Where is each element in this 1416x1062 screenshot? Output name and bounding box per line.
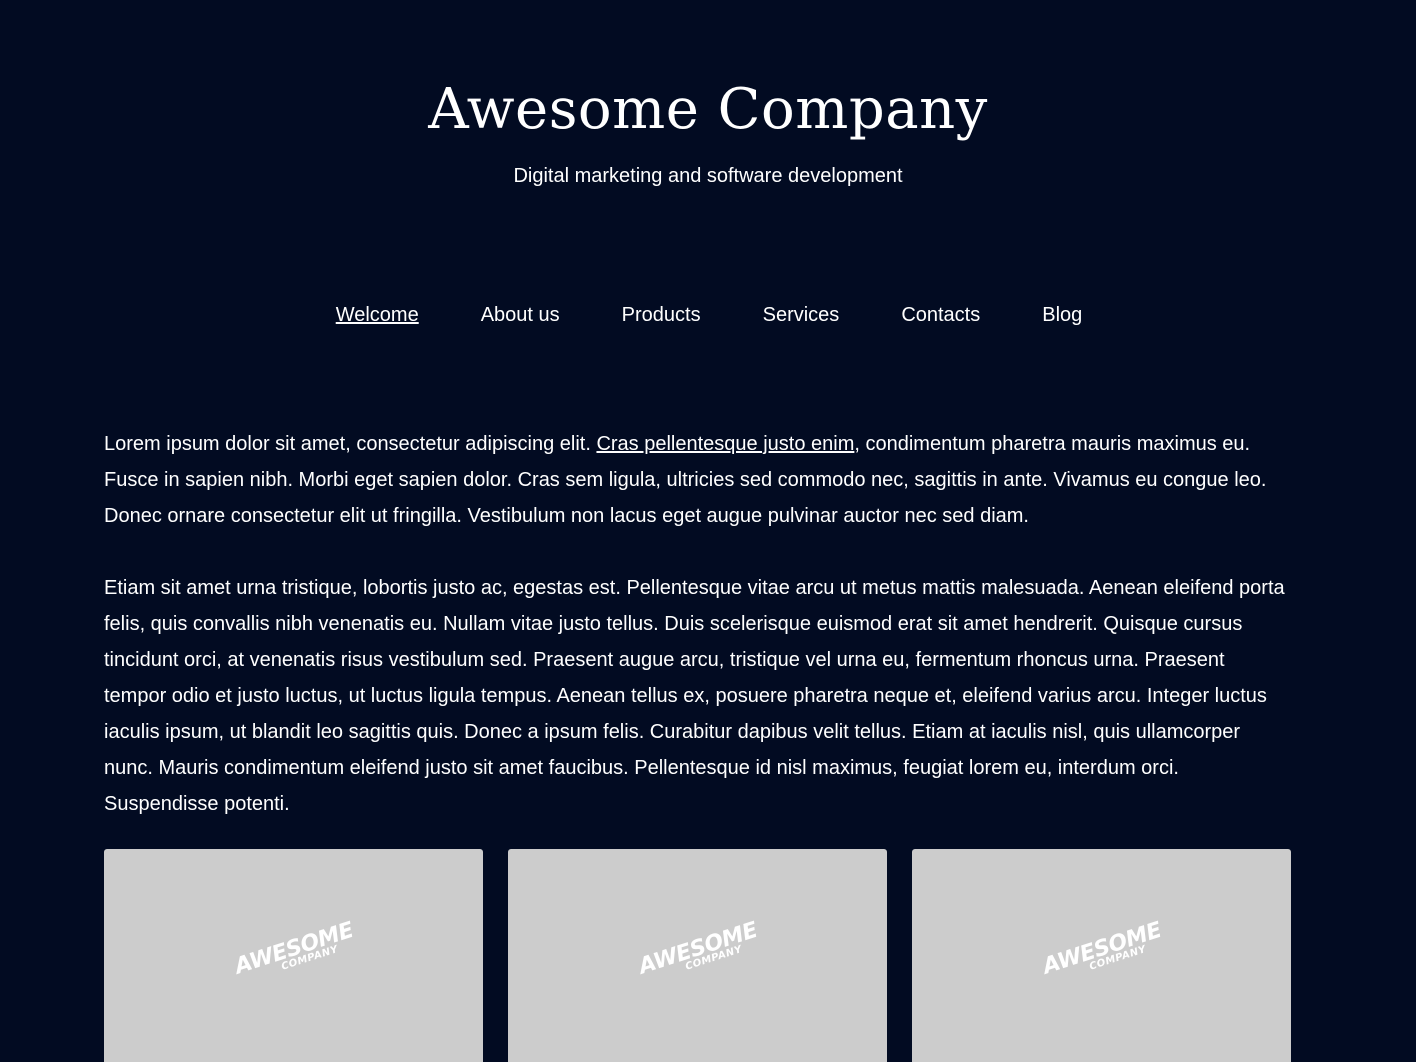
intro-text-start: Lorem ipsum dolor sit amet, consectetur … bbox=[104, 433, 597, 455]
nav-item-blog[interactable]: Blog bbox=[1042, 303, 1082, 327]
main-content: Lorem ipsum dolor sit amet, consectetur … bbox=[104, 426, 1292, 822]
intro-paragraph: Lorem ipsum dolor sit amet, consectetur … bbox=[104, 426, 1292, 534]
nav-item-about-us[interactable]: About us bbox=[481, 303, 560, 327]
body-paragraph: Etiam sit amet urna tristique, lobortis … bbox=[104, 577, 1285, 815]
nav-item-contacts[interactable]: Contacts bbox=[901, 303, 980, 327]
page: Awesome Company Digital marketing and so… bbox=[0, 0, 1416, 1062]
main-nav: Welcome About us Products Services Conta… bbox=[0, 303, 1416, 327]
site-title: Awesome Company bbox=[428, 77, 988, 142]
card-image-placeholder[interactable]: AWESOME COMPANY bbox=[508, 849, 887, 1062]
nav-item-welcome[interactable]: Welcome bbox=[336, 303, 419, 327]
card-image-placeholder[interactable]: AWESOME COMPANY bbox=[104, 849, 483, 1062]
card-grid: AWESOME COMPANY AWESOME COMPANY AWESOME … bbox=[104, 849, 1291, 1062]
intro-inline-link[interactable]: Cras pellentesque justo enim bbox=[596, 433, 854, 455]
site-tagline: Digital marketing and software developme… bbox=[513, 165, 903, 187]
card-image-placeholder[interactable]: AWESOME COMPANY bbox=[912, 849, 1291, 1062]
company-logo: AWESOME COMPANY bbox=[1040, 918, 1166, 987]
nav-item-services[interactable]: Services bbox=[763, 303, 840, 327]
company-logo: AWESOME COMPANY bbox=[232, 918, 358, 987]
site-header: Awesome Company Digital marketing and so… bbox=[0, 0, 1416, 188]
company-logo: AWESOME COMPANY bbox=[636, 918, 762, 987]
nav-item-products[interactable]: Products bbox=[622, 303, 701, 327]
